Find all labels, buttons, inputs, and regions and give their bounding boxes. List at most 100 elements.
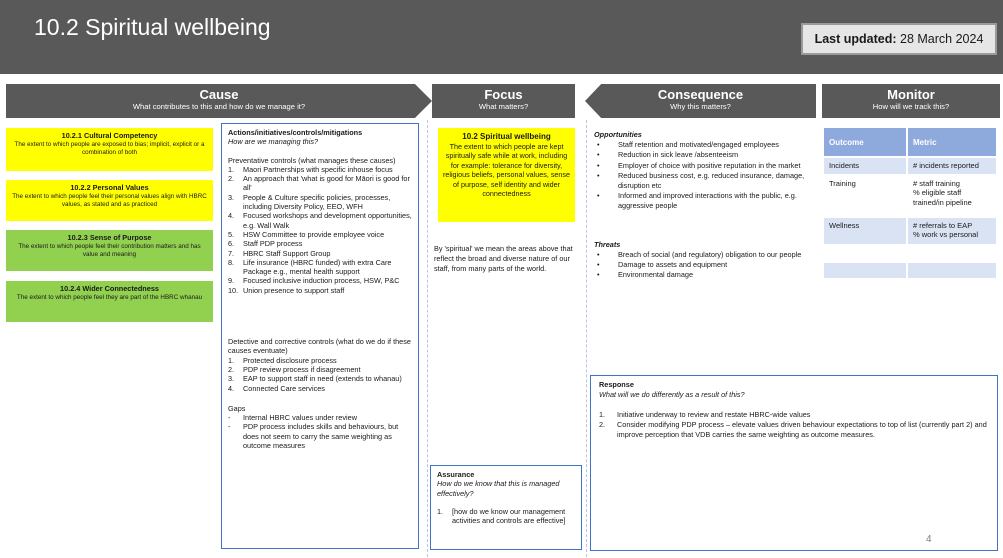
response-heading: Response <box>599 380 634 389</box>
preventative-item-text: HBRC Staff Support Group <box>243 248 331 258</box>
monitor-banner-subtitle: How will we track this? <box>872 102 950 111</box>
assurance-subheading: How do we know that this is managed effe… <box>437 479 560 498</box>
preventative-list: 1. Maori Partnerships with specific inhou… <box>228 165 412 295</box>
cause-box-desc: The extent to which people feel their pe… <box>12 193 207 208</box>
detective-item-number: 2. <box>228 364 235 374</box>
response-item-text: Consider modifying PDP process – elevate… <box>617 420 987 439</box>
bullet-icon: • <box>597 170 600 180</box>
monitor-metric-cell: # referrals to EAP% work vs personal <box>908 217 996 244</box>
preventative-item: 1. Maori Partnerships with specific inhou… <box>228 165 412 174</box>
monitor-col-outcome: Outcome <box>824 128 906 156</box>
assurance-item: 1. [how do we know our management activit… <box>437 507 575 526</box>
focus-note: By 'spiritual' we mean the areas above t… <box>434 244 573 273</box>
monitor-table: Outcome Metric Incidents # incidents repo… <box>822 126 998 297</box>
detective-item-number: 1. <box>228 355 235 365</box>
bullet-icon: • <box>597 270 600 280</box>
cause-box-title: 10.2.4 Wider Connectedness <box>60 284 159 293</box>
preventative-item-text: Staff PDP process <box>243 239 303 249</box>
detective-item: 3. EAP to support staff in need (extends … <box>228 374 412 383</box>
monitor-metric-cell <box>908 262 996 278</box>
assurance-list: 1. [how do we know our management activit… <box>437 507 575 526</box>
assurance-item-text: [how do we know our management activitie… <box>452 506 566 526</box>
cause-box-title: 10.2.3 Sense of Purpose <box>67 233 152 242</box>
actions-subheading: How are we managing this? <box>228 137 319 147</box>
preventative-item-number: 5. <box>228 229 235 239</box>
preventative-item: 2. An approach that 'what is good for Māo… <box>228 174 412 193</box>
opportunity-item-text: Employer of choice with positive reputat… <box>618 160 801 170</box>
detective-item-text: EAP to support staff in need (extends to… <box>243 374 402 384</box>
preventative-item-number: 3. <box>228 192 235 202</box>
detective-item: 1. Protected disclosure process <box>228 356 412 365</box>
preventative-item-number: 1. <box>228 164 235 174</box>
monitor-outcome-cell: Training <box>824 175 906 216</box>
focus-box: 10.2 Spiritual wellbeing The extent to w… <box>438 128 575 222</box>
monitor-row <box>824 245 996 261</box>
opportunity-item: • Reduction in sick leave /absenteeism <box>594 150 822 160</box>
monitor-metric-cell: # incidents reported <box>908 158 996 174</box>
preventative-item-text: Maori Partnerships with specific inhouse… <box>243 164 393 174</box>
threat-item-text: Environmental damage <box>618 270 694 280</box>
preventative-item-text: Focused inclusive induction process, HSW… <box>243 276 400 286</box>
monitor-row <box>824 262 996 278</box>
cause-box-cultural-competency: 10.2.1 Cultural Competency The extent to… <box>6 128 213 171</box>
response-list: 1. Initiative underway to review and rest… <box>599 410 989 440</box>
threat-item-text: Damage to assets and equipment <box>618 260 728 270</box>
detective-item: 4. Connected Care services <box>228 384 412 393</box>
gaps-heading: Gaps <box>228 403 246 413</box>
threat-item: • Damage to assets and equipment <box>594 260 822 270</box>
monitor-row: Training # staff training% eligible staff… <box>824 175 996 216</box>
preventative-heading: Preventative controls (what manages thes… <box>228 155 396 165</box>
response-subheading: What will we do differently as a result … <box>599 390 745 399</box>
threat-item-text: Breach of social (and regulatory) obliga… <box>618 249 802 259</box>
preventative-item: 9. Focused inclusive induction process, H… <box>228 276 412 285</box>
opportunity-item-text: Staff retention and motivated/engaged em… <box>618 140 779 150</box>
opportunity-item: • Informed and improved interactions with… <box>594 191 822 211</box>
focus-banner: Focus What matters? <box>432 84 575 118</box>
focus-desc: The extent to which people are kept spir… <box>442 142 571 199</box>
monitor-row: Incidents # incidents reported <box>824 158 996 174</box>
preventative-item-number: 4. <box>228 211 235 221</box>
opportunity-item: • Staff retention and motivated/engaged e… <box>594 140 822 150</box>
monitor-outcome-cell <box>824 279 906 295</box>
opportunity-item: • Reduced business cost, e.g. reduced ins… <box>594 171 822 191</box>
preventative-item: 5. HSW Committee to provide employee voic… <box>228 230 412 239</box>
response-item: 1. Initiative underway to review and rest… <box>599 410 989 420</box>
assurance-heading: Assurance <box>437 470 475 479</box>
preventative-item-text: HSW Committee to provide employee voice <box>243 229 385 239</box>
gap-item: - Internal HBRC values under review <box>228 413 412 422</box>
response-item-number: 2. <box>599 420 606 429</box>
bullet-icon: • <box>597 150 600 160</box>
gap-item-text: PDP process includes skills and behaviou… <box>243 422 399 451</box>
monitor-outcome-cell <box>824 262 906 278</box>
response-item: 2. Consider modifying PDP process – eleva… <box>599 420 989 440</box>
opportunity-item-text: Informed and improved interactions with … <box>618 191 797 211</box>
bullet-icon: • <box>597 160 600 170</box>
opportunity-item-text: Reduction in sick leave /absenteeism <box>618 150 739 160</box>
bullet-icon: • <box>597 191 600 201</box>
detective-item-text: Connected Care services <box>243 383 325 393</box>
preventative-item-text: Life insurance (HBRC funded) with extra … <box>243 257 392 277</box>
preventative-item-text: An approach that 'what is good for Māori… <box>243 174 410 193</box>
cause-box-desc: The extent to which people feel their co… <box>18 243 201 258</box>
focus-title: 10.2 Spiritual wellbeing <box>462 132 551 141</box>
preventative-item: 4. Focused workshops and development oppo… <box>228 211 412 230</box>
monitor-metric-cell: # staff training% eligible staff trained… <box>908 175 996 216</box>
preventative-item-number: 6. <box>228 239 235 249</box>
assurance-item-number: 1. <box>437 506 444 516</box>
cause-box-desc: The extent to which people are exposed t… <box>14 141 205 156</box>
preventative-item-number: 7. <box>228 248 235 258</box>
consequence-panel: Opportunities • Staff retention and motiv… <box>594 130 822 280</box>
preventative-item: 6. Staff PDP process <box>228 239 412 248</box>
threats-heading: Threats <box>594 239 621 249</box>
threat-item: • Breach of social (and regulatory) oblig… <box>594 250 822 260</box>
detective-item-text: PDP review process if disagreement <box>243 364 361 374</box>
page-title: 10.2 Spiritual wellbeing <box>34 14 271 40</box>
gap-item-number: - <box>228 422 231 432</box>
bullet-icon: • <box>597 249 600 259</box>
preventative-item-text: Union presence to support staff <box>243 285 345 295</box>
preventative-item: 7. HBRC Staff Support Group <box>228 249 412 258</box>
opportunities-list: • Staff retention and motivated/engaged e… <box>594 140 822 211</box>
focus-banner-title: Focus <box>484 87 523 102</box>
threat-item: • Environmental damage <box>594 270 822 280</box>
response-panel: Response What will we do differently as … <box>590 375 998 551</box>
